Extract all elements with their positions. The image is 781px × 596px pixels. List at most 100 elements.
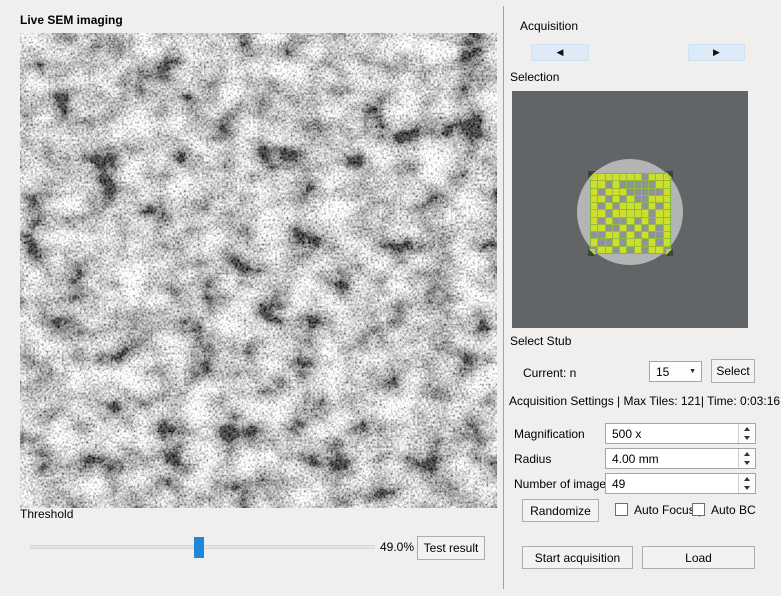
tile[interactable]	[612, 224, 620, 232]
selection-handle-bottom-left[interactable]	[588, 249, 595, 256]
tile[interactable]	[612, 246, 620, 253]
tile[interactable]	[620, 188, 627, 195]
tile[interactable]	[649, 188, 656, 195]
tile[interactable]	[663, 224, 670, 232]
magnification-value[interactable]: 500 x	[606, 427, 738, 441]
auto-bc-checkbox[interactable]	[692, 503, 705, 516]
randomize-button[interactable]: Randomize	[522, 499, 599, 522]
tile[interactable]	[634, 239, 641, 246]
tile[interactable]	[649, 210, 656, 217]
tile[interactable]	[656, 181, 663, 188]
radius-value[interactable]: 4.00 mm	[606, 452, 738, 466]
tile[interactable]	[656, 224, 663, 232]
tile[interactable]	[649, 224, 656, 232]
tile[interactable]	[649, 174, 656, 181]
tile[interactable]	[605, 210, 612, 217]
tile[interactable]	[598, 181, 605, 188]
tile[interactable]	[612, 174, 620, 181]
tile[interactable]	[641, 239, 649, 246]
tile[interactable]	[605, 181, 612, 188]
tile[interactable]	[620, 210, 627, 217]
tile[interactable]	[612, 239, 620, 246]
tile[interactable]	[649, 195, 656, 203]
tile[interactable]	[627, 195, 634, 203]
tile[interactable]	[598, 224, 605, 232]
tile[interactable]	[605, 224, 612, 232]
number-of-images-field[interactable]: 49	[605, 473, 756, 494]
tile[interactable]	[591, 210, 598, 217]
tile[interactable]	[598, 195, 605, 203]
tile[interactable]	[612, 188, 620, 195]
tile[interactable]	[649, 239, 656, 246]
tile[interactable]	[634, 224, 641, 232]
threshold-slider-handle[interactable]	[194, 537, 205, 558]
tile[interactable]	[627, 203, 634, 210]
tile[interactable]	[620, 246, 627, 253]
tile[interactable]	[663, 232, 670, 239]
load-button[interactable]: Load	[642, 546, 755, 569]
tile[interactable]	[627, 232, 634, 239]
tile[interactable]	[598, 246, 605, 253]
tile[interactable]	[627, 246, 634, 253]
tile[interactable]	[591, 217, 598, 224]
tile[interactable]	[612, 210, 620, 217]
tile[interactable]	[605, 217, 612, 224]
tile[interactable]	[620, 232, 627, 239]
tile[interactable]	[649, 246, 656, 253]
tile[interactable]	[641, 174, 649, 181]
tile[interactable]	[634, 210, 641, 217]
tile[interactable]	[591, 188, 598, 195]
tile-grid[interactable]	[588, 171, 673, 256]
spin-up-button[interactable]	[739, 424, 755, 434]
radius-field[interactable]: 4.00 mm	[605, 448, 756, 469]
test-result-button[interactable]: Test result	[417, 536, 485, 560]
tile[interactable]	[591, 181, 598, 188]
auto-focus-checkbox[interactable]	[615, 503, 628, 516]
tile[interactable]	[591, 232, 598, 239]
tile[interactable]	[656, 217, 663, 224]
selection-handle-top-left[interactable]	[588, 171, 595, 178]
tile[interactable]	[598, 217, 605, 224]
tile[interactable]	[605, 203, 612, 210]
tile[interactable]	[612, 217, 620, 224]
tile[interactable]	[612, 232, 620, 239]
number-of-images-value[interactable]: 49	[606, 477, 738, 491]
tile[interactable]	[627, 174, 634, 181]
tile[interactable]	[598, 239, 605, 246]
tile[interactable]	[591, 195, 598, 203]
acquisition-next-button[interactable]: ▶	[688, 44, 745, 61]
tile[interactable]	[656, 232, 663, 239]
spin-up-button[interactable]	[739, 449, 755, 459]
tile[interactable]	[656, 203, 663, 210]
tile[interactable]	[663, 181, 670, 188]
tile[interactable]	[605, 188, 612, 195]
selection-handle-top-right[interactable]	[666, 171, 673, 178]
tile[interactable]	[605, 239, 612, 246]
tile[interactable]	[634, 195, 641, 203]
selection-view[interactable]	[512, 91, 748, 328]
tile[interactable]	[620, 203, 627, 210]
tile[interactable]	[663, 188, 670, 195]
tile[interactable]	[663, 203, 670, 210]
tile[interactable]	[627, 181, 634, 188]
tile[interactable]	[620, 217, 627, 224]
tile[interactable]	[627, 188, 634, 195]
tile[interactable]	[605, 195, 612, 203]
tile[interactable]	[634, 203, 641, 210]
tile[interactable]	[620, 181, 627, 188]
tile[interactable]	[620, 174, 627, 181]
tile[interactable]	[605, 246, 612, 253]
tile[interactable]	[598, 188, 605, 195]
tile[interactable]	[649, 203, 656, 210]
tile[interactable]	[663, 210, 670, 217]
stub-number-dropdown[interactable]: 15 ▼	[649, 361, 702, 382]
threshold-slider[interactable]	[30, 537, 375, 558]
tile[interactable]	[663, 195, 670, 203]
tile[interactable]	[641, 217, 649, 224]
tile[interactable]	[656, 188, 663, 195]
tile[interactable]	[598, 210, 605, 217]
spin-down-button[interactable]	[739, 483, 755, 493]
tile[interactable]	[612, 203, 620, 210]
tile[interactable]	[649, 217, 656, 224]
tile[interactable]	[598, 203, 605, 210]
